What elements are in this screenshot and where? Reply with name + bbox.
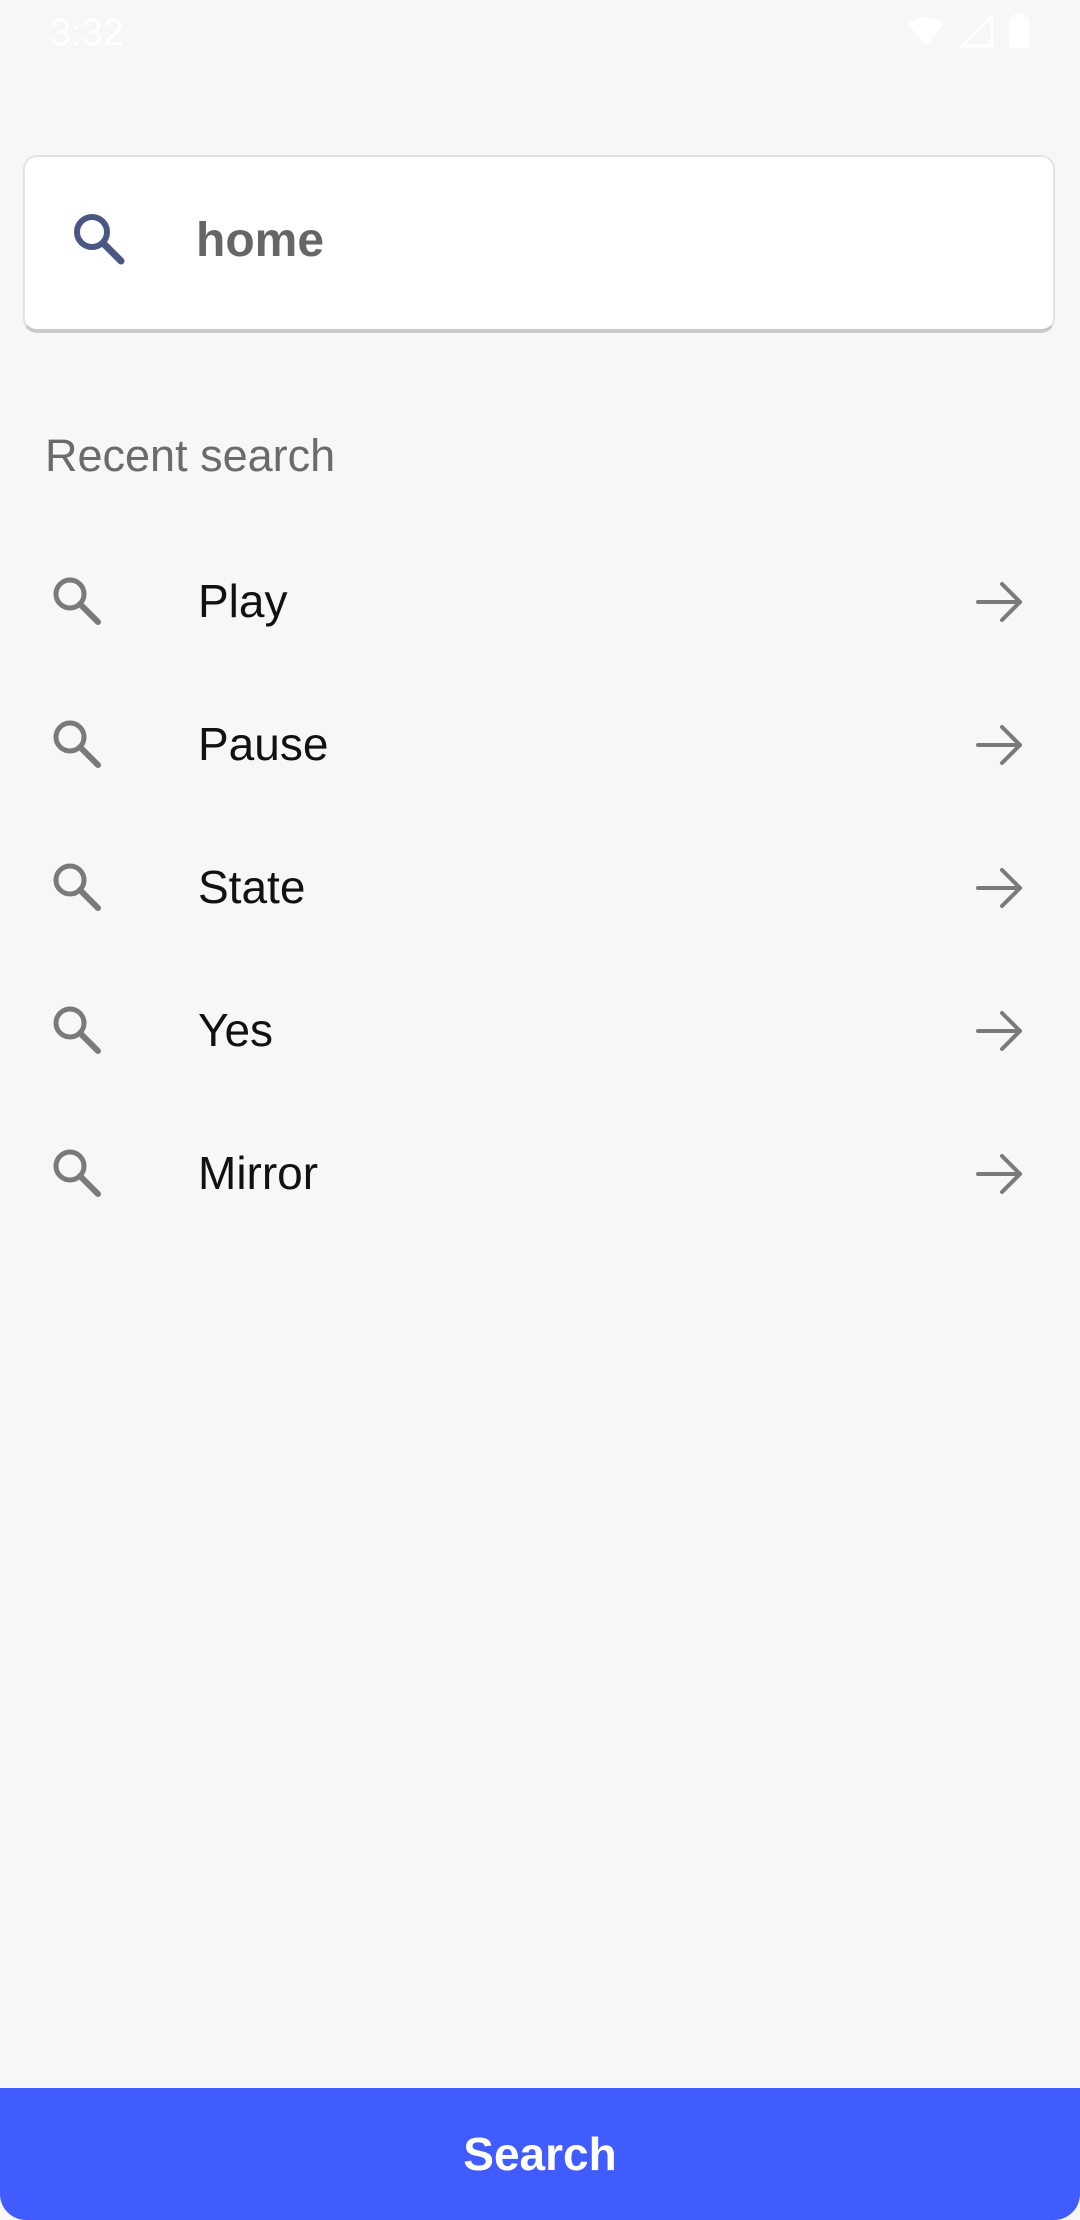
recent-item-label: Mirror <box>198 1147 319 1199</box>
recent-item-state[interactable]: State <box>0 814 1080 957</box>
search-button[interactable]: Search <box>0 2088 1080 2220</box>
recent-item-pause[interactable]: Pause <box>0 671 1080 814</box>
arrow-right-icon[interactable] <box>972 1146 1028 1202</box>
recent-item-label: State <box>198 861 306 913</box>
search-input[interactable] <box>170 195 1036 285</box>
recent-item-mirror[interactable]: Mirror <box>0 1100 1080 1243</box>
arrow-right-icon[interactable] <box>972 860 1028 916</box>
recent-item-label: Yes <box>198 1004 274 1056</box>
status-time: 3:32 <box>50 12 124 54</box>
status-icons <box>906 14 1030 48</box>
recent-item-label: Pause <box>198 718 329 770</box>
recent-item-label: Play <box>198 575 288 627</box>
signal-icon <box>960 14 994 48</box>
search-box[interactable] <box>23 155 1055 333</box>
recent-item-yes[interactable]: Yes <box>0 957 1080 1100</box>
arrow-right-icon[interactable] <box>972 1003 1028 1059</box>
search-icon <box>53 577 101 625</box>
search-icon <box>53 863 101 911</box>
arrow-right-icon[interactable] <box>972 717 1028 773</box>
search-icon <box>74 214 125 265</box>
search-icon <box>53 1149 101 1197</box>
battery-icon <box>1009 14 1029 48</box>
arrow-right-icon[interactable] <box>972 574 1028 630</box>
wifi-icon <box>908 17 944 46</box>
recent-search-list: Play Pause State Yes Mirror <box>0 528 1080 1243</box>
recent-item-play[interactable]: Play <box>0 528 1080 671</box>
search-icon <box>53 720 101 768</box>
recent-search-title: Recent search <box>45 430 336 481</box>
status-bar: 3:32 <box>0 0 1080 66</box>
search-icon <box>53 1006 101 1054</box>
